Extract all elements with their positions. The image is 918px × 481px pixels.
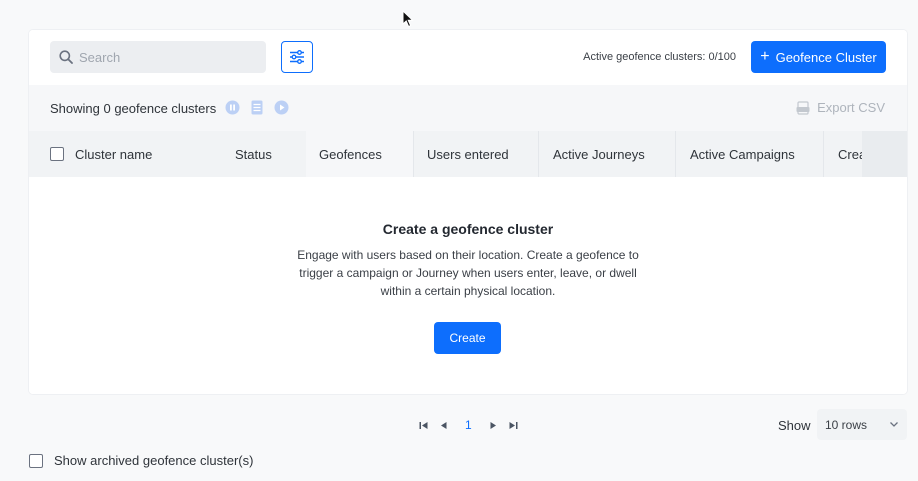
add-geofence-cluster-button[interactable]: + Geofence Cluster <box>751 41 886 73</box>
add-geofence-cluster-label: Geofence Cluster <box>775 49 877 65</box>
results-bar: Showing 0 geofence clusters Export CSV <box>29 85 907 131</box>
next-page-icon[interactable] <box>490 421 497 430</box>
select-all-checkbox[interactable] <box>50 147 64 161</box>
plus-icon: + <box>760 48 770 65</box>
column-active-campaigns[interactable]: Active Campaigns <box>675 131 823 177</box>
first-page-icon[interactable] <box>419 421 428 430</box>
toolbar: Active geofence clusters: 0/100 + Geofen… <box>29 30 907 85</box>
show-archived-label: Show archived geofence cluster(s) <box>54 453 254 468</box>
list-icon[interactable] <box>251 100 263 115</box>
csv-file-icon <box>796 100 810 115</box>
results-count: Showing 0 geofence clusters <box>50 101 217 116</box>
filter-button[interactable] <box>281 41 313 73</box>
previous-page-icon[interactable] <box>440 421 447 430</box>
column-status[interactable]: Status <box>235 131 305 177</box>
empty-state-description: Engage with users based on their locatio… <box>297 248 639 298</box>
search-icon <box>59 50 73 64</box>
rows-per-page-label: Show <box>778 418 811 433</box>
header-scroll-shade <box>862 131 907 177</box>
column-active-journeys[interactable]: Active Journeys <box>538 131 675 177</box>
column-label: Cluster name <box>75 146 153 162</box>
column-geofences[interactable]: Geofences <box>306 131 413 177</box>
column-label: Status <box>235 146 272 162</box>
empty-state: Create a geofence cluster Engage with us… <box>29 177 907 394</box>
export-csv-label: Export CSV <box>817 100 885 115</box>
rows-per-page-select[interactable]: 10 rows <box>817 409 907 440</box>
column-label: Active Campaigns <box>690 146 795 162</box>
column-label: Active Journeys <box>553 146 645 162</box>
status-filter-icons <box>225 100 289 115</box>
geofence-clusters-card: Active geofence clusters: 0/100 + Geofen… <box>29 30 907 394</box>
column-label: Crea <box>838 146 863 162</box>
mouse-cursor-icon <box>402 10 414 28</box>
sliders-icon <box>290 50 304 64</box>
current-page[interactable]: 1 <box>465 418 472 432</box>
play-circle-icon[interactable] <box>274 100 289 115</box>
table-header: Cluster name Status Geofences Users ente… <box>29 131 907 177</box>
column-users-entered[interactable]: Users entered <box>413 131 538 177</box>
rows-per-page-value: 10 rows <box>825 417 868 432</box>
search-box[interactable] <box>50 41 266 73</box>
chevron-down-icon <box>890 422 898 427</box>
column-label: Users entered <box>427 146 509 162</box>
search-input[interactable] <box>79 49 239 65</box>
empty-state-title: Create a geofence cluster <box>382 221 554 237</box>
create-button[interactable]: Create <box>434 322 501 354</box>
pagination: 1 <box>419 418 518 432</box>
column-created[interactable]: Crea <box>823 131 863 177</box>
show-archived-toggle[interactable]: Show archived geofence cluster(s) <box>29 453 253 468</box>
last-page-icon[interactable] <box>509 421 518 430</box>
export-csv-button[interactable]: Export CSV <box>796 100 885 115</box>
pause-circle-icon[interactable] <box>225 100 240 115</box>
show-archived-checkbox[interactable] <box>29 453 43 468</box>
column-label: Geofences <box>319 146 382 162</box>
column-cluster-name[interactable]: Cluster name <box>50 131 228 177</box>
active-clusters-count: Active geofence clusters: 0/100 <box>583 51 736 63</box>
